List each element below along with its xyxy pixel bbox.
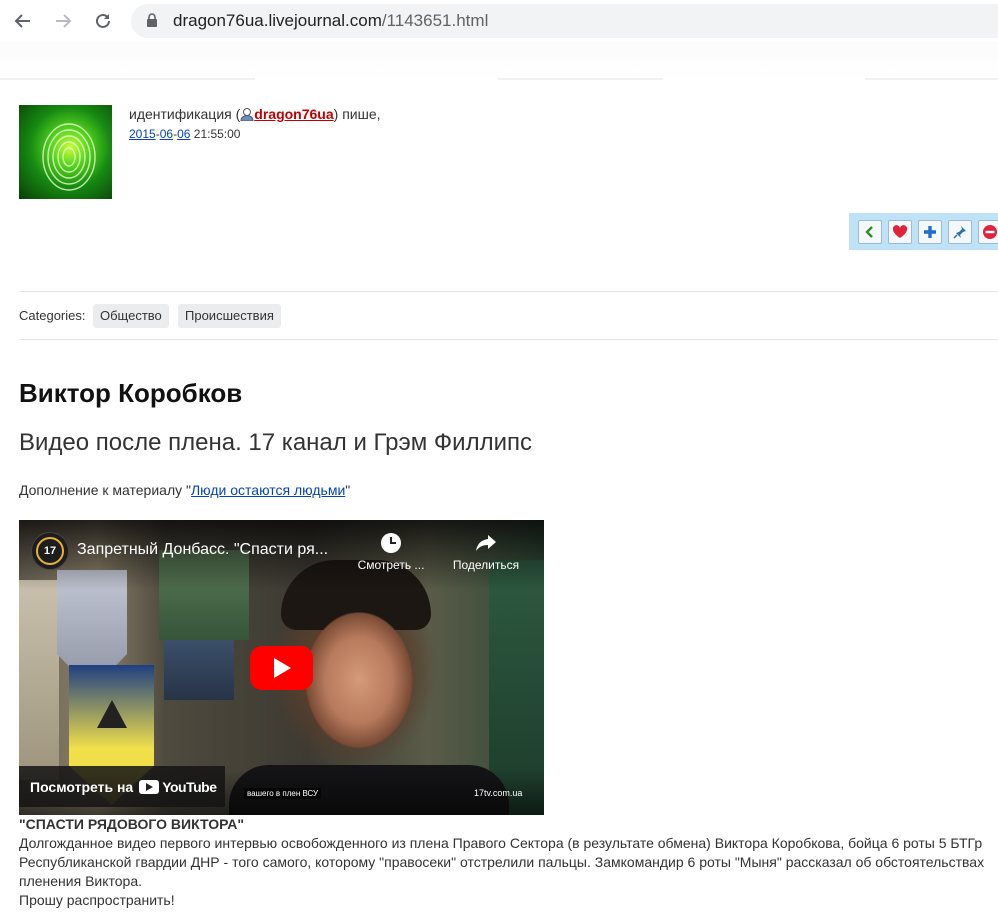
body-paragraph: Долгожданное видео первого интервью осво… <box>19 835 985 889</box>
categories-label: Categories: <box>19 308 86 323</box>
address-bar[interactable]: dragon76ua.livejournal.com/1143651.html <box>131 4 998 38</box>
channel-badge: 17 <box>36 537 64 565</box>
addendum-link[interactable]: Люди остаются людьми <box>191 482 345 498</box>
userpic-avatar[interactable] <box>19 105 112 199</box>
prev-entry-button[interactable] <box>858 220 882 244</box>
username-link[interactable]: dragon76ua <box>254 106 333 122</box>
share-label: Поделиться <box>452 558 520 572</box>
category-tag[interactable]: Общество <box>93 304 169 328</box>
heart-icon <box>892 225 908 238</box>
arrow-left-icon <box>14 14 30 28</box>
browser-toolbar: dragon76ua.livejournal.com/1143651.html <box>0 0 998 42</box>
post-author-line: идентификация ( dragon76ua) пише, <box>129 106 381 122</box>
addendum-suffix: " <box>345 482 351 498</box>
fingerprint-icon <box>42 123 96 191</box>
video-caption: вашего в плен ВСУ <box>244 788 322 799</box>
date-year-link[interactable]: 2015 <box>129 127 156 141</box>
body-heading: "СПАСТИ РЯДОВОГО ВИКТОРА" <box>19 816 244 832</box>
post-body: "СПАСТИ РЯДОВОГО ВИКТОРА" Долгожданное в… <box>19 815 994 910</box>
flag-button[interactable] <box>978 220 998 244</box>
body-footer: Прошу распространить! <box>19 892 175 908</box>
play-button[interactable] <box>250 646 313 690</box>
chevron-left-icon <box>865 226 873 238</box>
forward-button[interactable] <box>50 8 76 34</box>
add-memories-button[interactable] <box>888 220 912 244</box>
add-button[interactable] <box>918 220 942 244</box>
channel-avatar[interactable]: 17 <box>31 532 69 570</box>
date-time: 21:55:00 <box>193 127 241 141</box>
share-button[interactable]: Поделиться <box>446 532 526 572</box>
minus-icon <box>983 225 997 239</box>
tag-entry-button[interactable] <box>948 220 972 244</box>
play-icon <box>273 658 291 678</box>
video-source: 17tv.com.ua <box>474 788 523 798</box>
user-icon[interactable] <box>240 107 254 121</box>
date-month-link[interactable]: 06 <box>160 127 173 141</box>
reload-icon <box>96 13 110 28</box>
arrow-right-icon <box>56 14 72 28</box>
back-button[interactable] <box>10 8 36 34</box>
post-date: 2015-06-06 21:55:00 <box>129 127 241 141</box>
watch-later-button[interactable]: Смотреть ... <box>351 532 431 572</box>
entry-action-toolbar <box>849 213 998 250</box>
watch-on-youtube-button[interactable]: Посмотреть на YouTube <box>19 766 225 807</box>
date-day-link[interactable]: 06 <box>177 127 190 141</box>
clock-icon <box>381 533 401 553</box>
pin-icon <box>953 226 966 239</box>
post-title: Виктор Коробков <box>19 378 243 408</box>
author-suffix: ) пише, <box>333 106 381 122</box>
author-prefix: идентификация ( <box>129 106 241 122</box>
youtube-embed[interactable]: 17 Запретный Донбасс. "Спасти ря... Смот… <box>19 520 544 815</box>
reload-button[interactable] <box>90 8 116 34</box>
url-path: /1143651.html <box>381 11 489 30</box>
divider <box>19 339 998 340</box>
addendum-prefix: Дополнение к материалу " <box>19 482 191 498</box>
post-subtitle: Видео после плена. 17 канал и Грэм Филли… <box>19 429 532 456</box>
plus-icon <box>924 226 936 238</box>
watch-on-label: Посмотреть на <box>30 778 134 795</box>
lock-icon <box>147 13 157 27</box>
share-icon <box>476 535 496 551</box>
youtube-wordmark: YouTube <box>162 778 217 795</box>
url-host: dragon76ua.livejournal.com <box>173 11 382 30</box>
video-title[interactable]: Запретный Донбасс. "Спасти ря... <box>77 541 328 559</box>
url-text: dragon76ua.livejournal.com/1143651.html <box>173 11 488 31</box>
youtube-play-icon <box>139 779 160 794</box>
addendum-line: Дополнение к материалу "Люди остаются лю… <box>19 482 350 498</box>
divider <box>19 291 998 292</box>
youtube-logo: YouTube <box>139 778 217 795</box>
watch-later-label: Смотреть ... <box>357 558 425 572</box>
page-top-band <box>0 42 998 82</box>
category-tag[interactable]: Происшествия <box>178 304 281 328</box>
